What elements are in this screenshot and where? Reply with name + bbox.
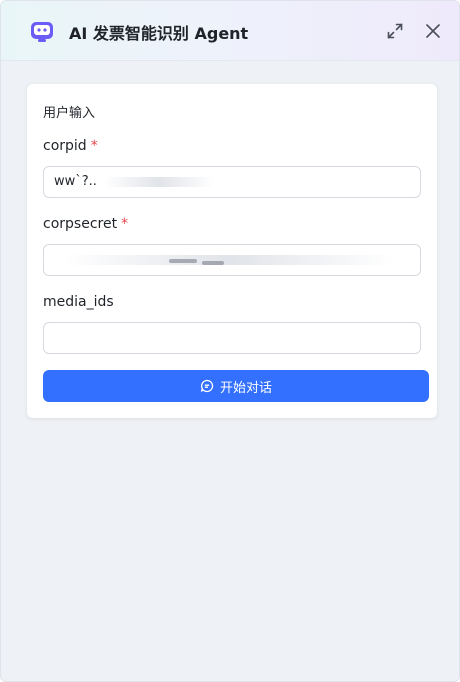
corpid-label-text: corpid xyxy=(43,138,87,154)
expand-icon[interactable] xyxy=(385,21,405,41)
corpid-label: corpid * xyxy=(43,138,98,154)
close-icon[interactable] xyxy=(423,21,443,41)
corpsecret-input[interactable] xyxy=(43,244,421,276)
panel-header: AI 发票智能识别 Agent xyxy=(1,1,459,61)
redacted-area xyxy=(104,177,214,187)
redacted-mark xyxy=(169,259,197,263)
required-mark: * xyxy=(90,138,98,154)
redacted-mark xyxy=(202,261,224,265)
media-ids-label-text: media_ids xyxy=(43,294,114,310)
corpsecret-label: corpsecret * xyxy=(43,216,128,232)
corpid-value: ww`?.. xyxy=(54,174,97,189)
redacted-area xyxy=(64,255,394,265)
start-button-label: 开始对话 xyxy=(219,380,272,396)
chat-bubble-icon xyxy=(200,379,214,393)
panel-title: AI 发票智能识别 Agent xyxy=(69,24,249,43)
section-title: 用户输入 xyxy=(43,106,96,121)
corpsecret-label-text: corpsecret xyxy=(43,216,118,232)
user-input-card: 用户输入 corpid * ww`?.. corpsecret * media_id… xyxy=(27,84,437,418)
required-mark: * xyxy=(121,216,129,232)
robot-logo-icon xyxy=(29,18,55,44)
start-conversation-button[interactable]: 开始对话 xyxy=(43,370,429,402)
media-ids-input[interactable] xyxy=(43,322,421,354)
agent-panel: AI 发票智能识别 Agent 用户输入 corpid * ww`?.. corp… xyxy=(0,0,460,682)
media-ids-label: media_ids xyxy=(43,294,114,310)
corpid-input[interactable]: ww`?.. xyxy=(43,166,421,198)
